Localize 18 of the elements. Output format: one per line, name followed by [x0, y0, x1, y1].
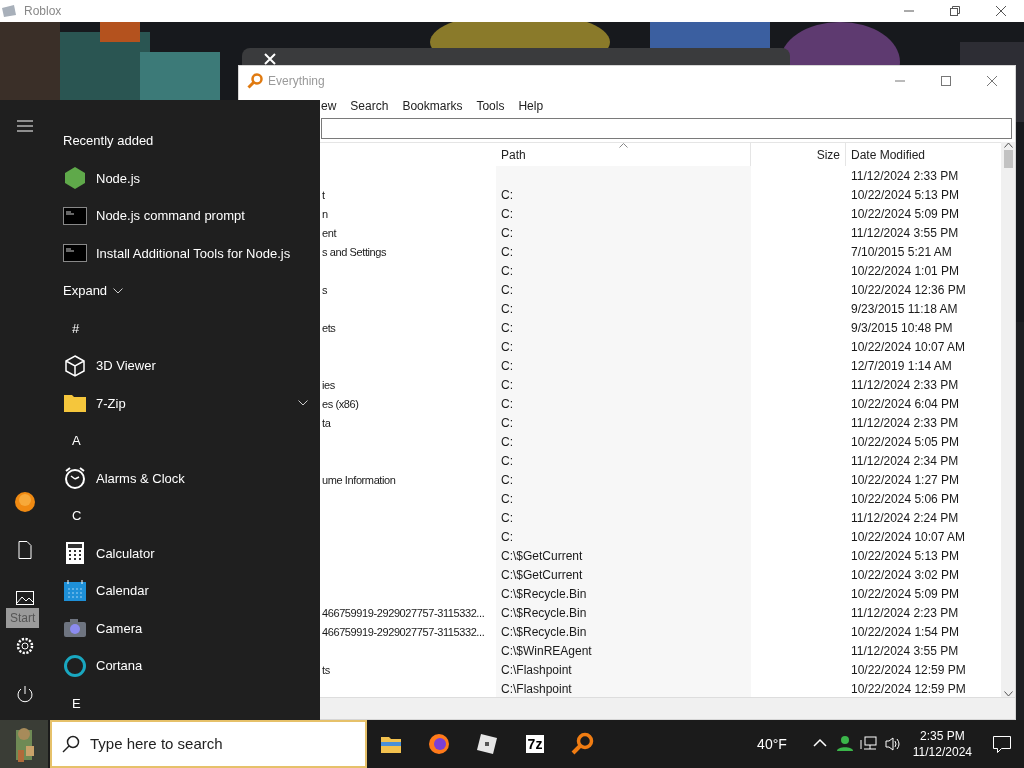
search-box[interactable]: Type here to search	[50, 720, 367, 768]
browser-icon	[427, 732, 451, 756]
notification-icon[interactable]	[992, 734, 1012, 754]
weather-text[interactable]: 40°F	[757, 733, 787, 755]
window-title: Roblox	[24, 3, 62, 20]
person-icon[interactable]	[835, 735, 854, 753]
taskbar-button[interactable]: 7z	[511, 720, 559, 768]
search-field[interactable]: Type here to search	[88, 731, 365, 757]
window-icon	[0, 4, 18, 18]
magnifier-icon	[571, 732, 595, 756]
network-icon[interactable]	[859, 735, 878, 753]
clock-date[interactable]: 11/12/2024	[912, 744, 972, 760]
restore-icon	[950, 6, 960, 16]
volume-icon[interactable]	[883, 735, 902, 753]
search-icon	[62, 735, 80, 753]
close-icon	[996, 6, 1006, 16]
start-button[interactable]	[0, 720, 48, 768]
clock-time[interactable]: 2:35 PM	[920, 728, 965, 744]
